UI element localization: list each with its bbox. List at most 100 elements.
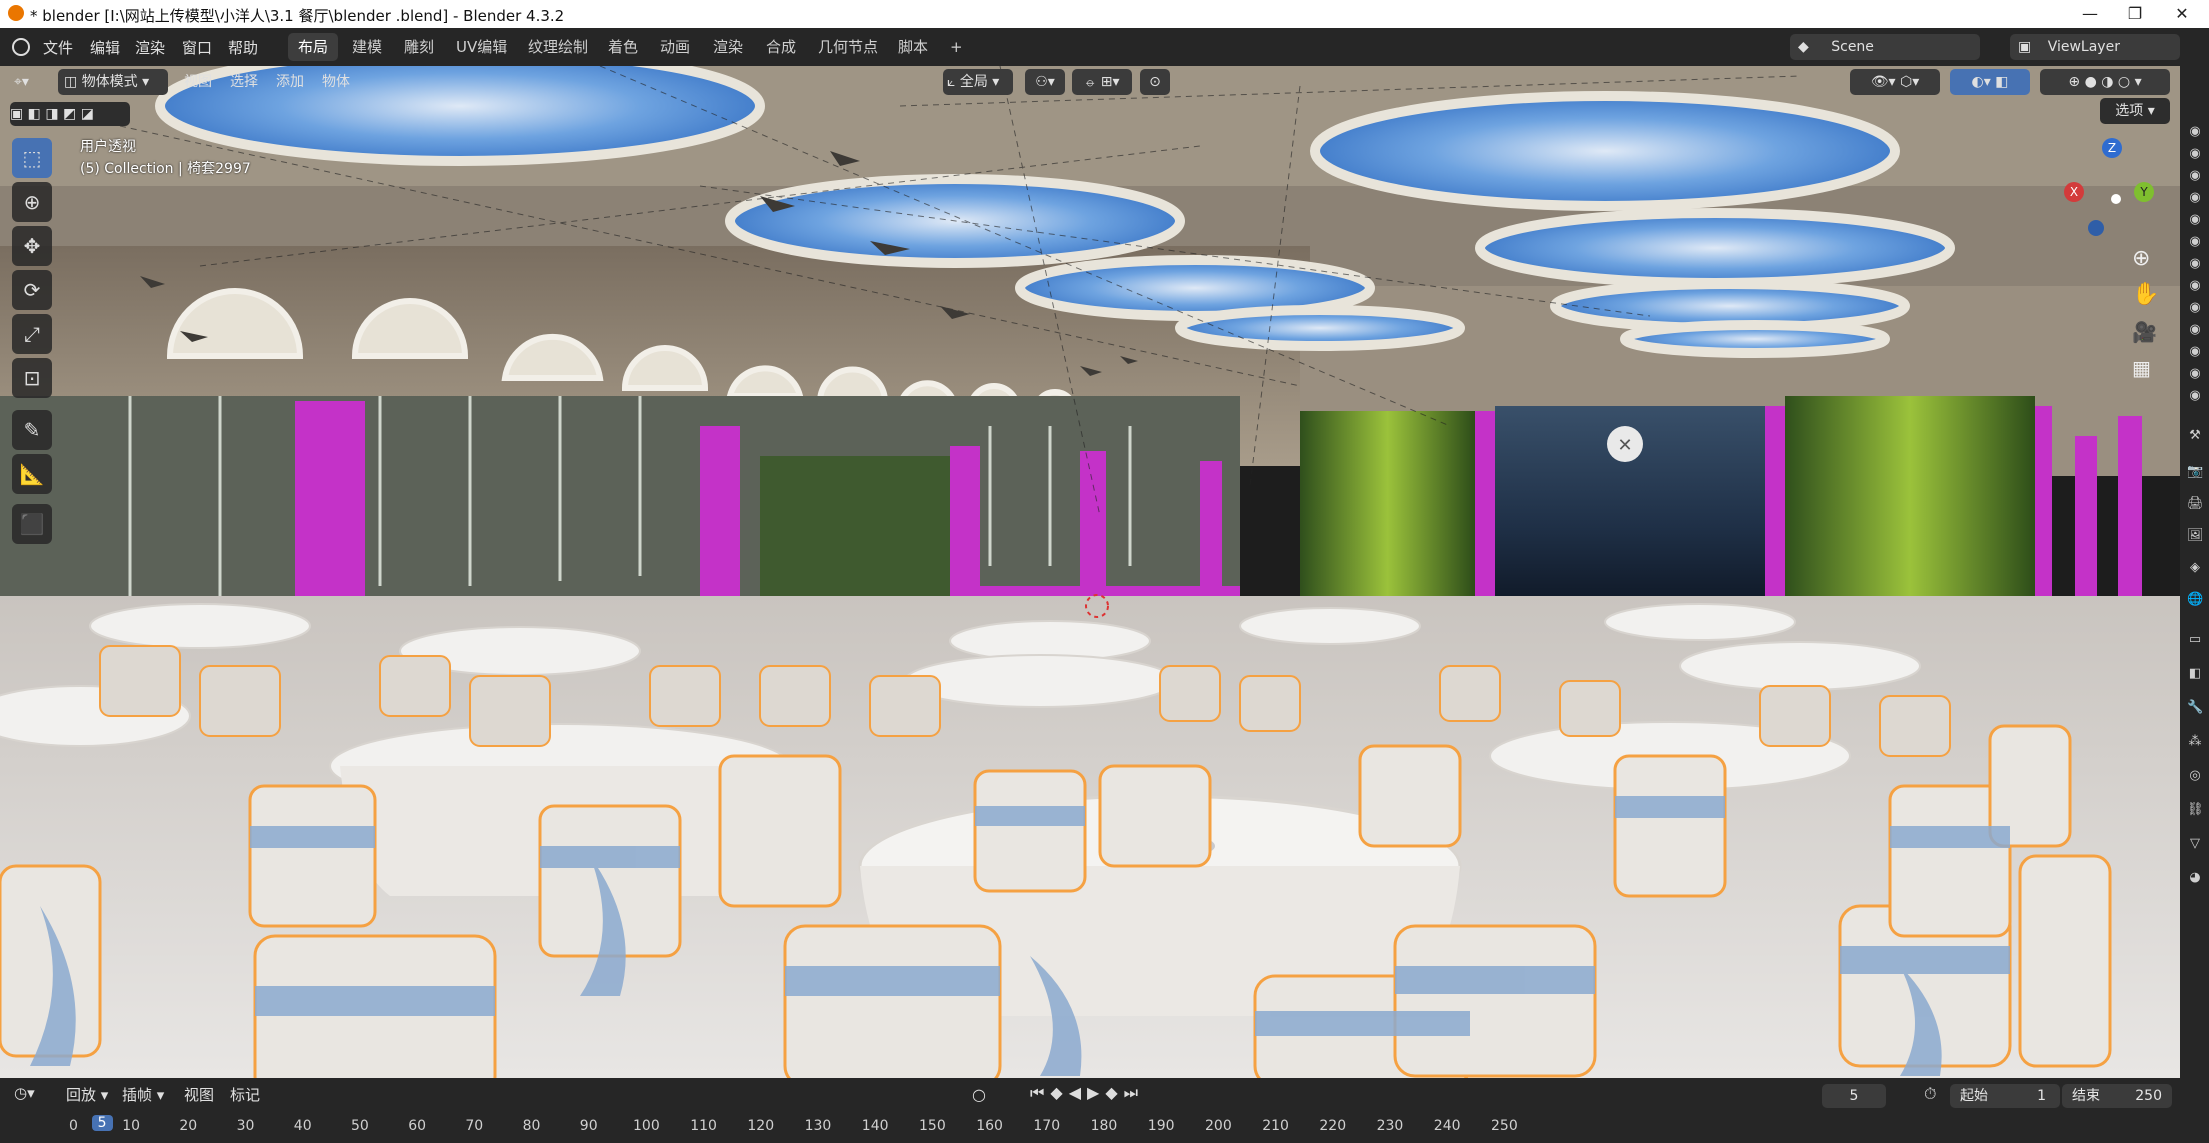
add-workspace-button[interactable]: +	[940, 33, 973, 61]
navigation-gizmo[interactable]: Z X Y	[2064, 138, 2154, 238]
orientation-icon: ⟀	[947, 74, 956, 90]
camera-icon[interactable]: ◉	[2187, 300, 2203, 316]
proportional-editing-button[interactable]: ⊙	[1140, 69, 1170, 95]
camera-icon[interactable]: ◉	[2187, 344, 2203, 360]
menu-file[interactable]: 文件	[43, 37, 73, 58]
camera-icon[interactable]: ◉	[2187, 388, 2203, 404]
transform-orientation-selector[interactable]: ⟀ 全局 ▾	[943, 69, 1013, 95]
frame-tick: 230	[1376, 1118, 1404, 1134]
move-icon[interactable]: ✥	[12, 226, 52, 266]
camera-icon[interactable]: ◉	[2187, 256, 2203, 272]
frame-tick: 100	[633, 1118, 660, 1134]
select-box-icon[interactable]: ⬚	[12, 138, 52, 178]
output-icon[interactable]: 🖨	[2187, 496, 2204, 512]
menu-window[interactable]: 窗口	[182, 37, 212, 58]
shading-buttons[interactable]: ⊕ ● ◑ ○ ▾	[2040, 69, 2170, 95]
options-button[interactable]: 选项 ▾	[2100, 98, 2170, 124]
menu-object[interactable]: 物体	[322, 69, 350, 95]
menu-add[interactable]: 添加	[276, 69, 304, 95]
menu-help[interactable]: 帮助	[228, 37, 258, 58]
material-icon[interactable]: ◕	[2187, 870, 2203, 886]
tab-sculpting[interactable]: 雕刻	[394, 33, 444, 61]
object-mode-icon: ◫	[64, 74, 78, 90]
object-data-icon[interactable]: ▽	[2187, 836, 2203, 852]
tab-layout[interactable]: 布局	[288, 33, 339, 61]
add-cube-icon[interactable]: ⬛	[12, 504, 52, 544]
perspective-grid-icon[interactable]: ▦	[2132, 356, 2151, 380]
tab-shading[interactable]: 着色	[598, 33, 648, 61]
tab-animation[interactable]: 动画	[650, 33, 700, 61]
top-menu-bar: 文件 编辑 渲染 窗口 帮助 布局 建模 雕刻 UV编辑 纹理绘制 着色 动画 …	[0, 28, 2209, 66]
tool-settings-icon[interactable]: ⚒	[2187, 428, 2203, 444]
menu-edit[interactable]: 编辑	[90, 37, 120, 58]
annotate-icon[interactable]: ✎	[12, 410, 52, 450]
scene-icon: ◆	[1798, 39, 1809, 55]
scene-selector[interactable]: ◆ Scene	[1790, 34, 1980, 60]
tab-compositing[interactable]: 合成	[756, 33, 806, 61]
maximize-button[interactable]: ❐	[2115, 2, 2155, 26]
camera-icon[interactable]: ◉	[2187, 212, 2203, 228]
current-frame-indicator: 5	[91, 1115, 113, 1131]
pivot-point-button[interactable]: ⚇▾	[1025, 69, 1065, 95]
blender-menu-icon[interactable]	[12, 38, 30, 56]
tab-modeling[interactable]: 建模	[342, 33, 392, 61]
menu-select[interactable]: 选择	[230, 69, 258, 95]
modifier-wrench-icon[interactable]: 🔧	[2187, 700, 2203, 716]
camera-icon[interactable]: ◉	[2187, 168, 2203, 184]
frame-tick: 220	[1319, 1118, 1347, 1134]
tab-scripting[interactable]: 脚本	[888, 33, 938, 61]
view-name-label: 用户透视	[80, 139, 136, 155]
particles-icon[interactable]: ⁂	[2187, 734, 2203, 750]
scale-icon[interactable]: ⤢	[12, 314, 52, 354]
tab-texture-paint[interactable]: 纹理绘制	[518, 33, 598, 61]
zoom-icon[interactable]: ⊕	[2132, 246, 2150, 271]
scene-props-icon[interactable]: ◈	[2187, 560, 2203, 576]
object-props-icon[interactable]: ◧	[2187, 666, 2203, 682]
pan-hand-icon[interactable]: ✋	[2132, 282, 2159, 307]
select-mode-buttons[interactable]: ▣ ◧ ◨ ◩ ◪	[10, 102, 130, 126]
view-layer-selector[interactable]: ▣ ViewLayer	[2010, 34, 2180, 60]
transform-icon[interactable]: ⊡	[12, 358, 52, 398]
camera-icon[interactable]: ◉	[2187, 190, 2203, 206]
view-layer-icon[interactable]: 🖼	[2187, 528, 2204, 544]
camera-icon[interactable]: ◉	[2187, 124, 2203, 140]
constraints-icon[interactable]: ⛓	[2187, 802, 2204, 818]
snap-button[interactable]: ⦵ ⊞▾	[1072, 69, 1132, 95]
menu-view[interactable]: 视图	[184, 69, 212, 95]
frame-tick: 30	[236, 1118, 255, 1134]
3d-viewport[interactable]: ✕ ⌖▾ ◫ 物体模式 ▾ 视图 选择 添加 物体 ⟀ 全局 ▾ ⚇▾ ⦵ ⊞▾…	[0, 66, 2180, 1078]
close-button[interactable]: ✕	[2162, 2, 2202, 26]
world-icon[interactable]: 🌐	[2187, 592, 2203, 608]
minimize-button[interactable]: —	[2070, 2, 2110, 26]
mode-selector[interactable]: ◫ 物体模式 ▾	[58, 69, 168, 95]
overlays-button[interactable]: ◐▾ ◧	[1950, 69, 2030, 95]
camera-view-icon[interactable]: 🎥	[2132, 320, 2157, 344]
camera-icon[interactable]: ◉	[2187, 322, 2203, 338]
frame-tick: 20	[179, 1118, 198, 1134]
physics-icon[interactable]: ◎	[2187, 768, 2203, 784]
frame-ruler[interactable]: 0 5 10 20 30 40 50 60 70 80 90 100 110 120 130 140 150 16…	[0, 1078, 2209, 1143]
tab-uv-editing[interactable]: UV编辑	[446, 33, 517, 61]
tab-rendering[interactable]: 渲染	[703, 33, 753, 61]
gizmo-neg-z[interactable]	[2088, 220, 2104, 236]
gizmo-x-axis[interactable]: X	[2064, 182, 2084, 202]
visibility-button[interactable]: 👁▾ ⬡▾	[1850, 69, 1940, 95]
camera-icon[interactable]: ◉	[2187, 146, 2203, 162]
frame-tick: 140	[861, 1118, 889, 1134]
render-icon[interactable]: 📷	[2187, 464, 2203, 480]
tab-geometry-nodes[interactable]: 几何节点	[808, 33, 888, 61]
frame-tick: 160	[976, 1118, 1003, 1134]
cursor-icon[interactable]: ⊕	[12, 182, 52, 222]
gizmo-y-axis[interactable]: Y	[2134, 182, 2154, 202]
frame-tick: 120	[747, 1118, 775, 1134]
rotate-icon[interactable]: ⟳	[12, 270, 52, 310]
measure-icon[interactable]: 📐	[12, 454, 52, 494]
camera-icon[interactable]: ◉	[2187, 366, 2203, 382]
gizmo-z-axis[interactable]: Z	[2102, 138, 2122, 158]
editor-type-icon[interactable]: ⌖▾	[14, 69, 29, 95]
camera-icon[interactable]: ◉	[2187, 234, 2203, 250]
camera-icon[interactable]: ◉	[2187, 278, 2203, 294]
menu-render[interactable]: 渲染	[135, 37, 165, 58]
collection-icon[interactable]: ▭	[2187, 632, 2203, 648]
timeline-editor: ◷▾ 回放 ▾ 插帧 ▾ 视图 标记 ○ ⏮◆◀▶◆⏭ 5 ⏱ 起始 1 结束 …	[0, 1078, 2209, 1143]
